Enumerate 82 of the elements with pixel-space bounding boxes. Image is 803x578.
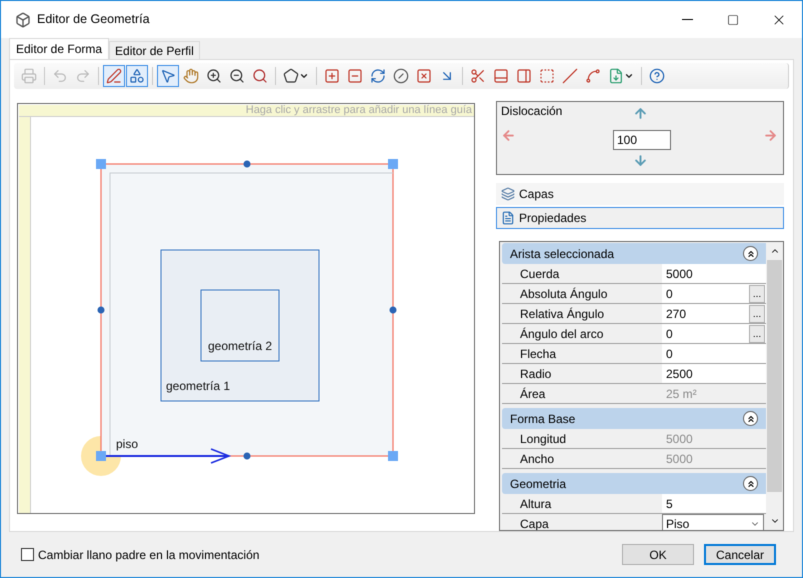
panel-right-icon [516,68,532,84]
pointer-icon [160,68,176,84]
midpoint-handle[interactable] [244,452,250,460]
ellipsis-button[interactable]: ... [749,304,765,322]
property-value: 5000 [665,430,694,448]
arrow-right-icon [763,128,778,143]
collapse-icon [743,476,758,491]
property-input[interactable]: 2500 [662,364,766,384]
panel-title: Dislocación [501,103,562,120]
midpoint-handle[interactable] [244,160,250,168]
shapes-icon [129,68,145,84]
tab[interactable]: Editor de Forma [9,38,110,59]
curve-icon [585,68,601,84]
panel-bottom-icon [493,68,509,84]
move-down-button[interactable] [633,153,648,168]
group-header[interactable]: Geometria [502,473,766,494]
property-value: 5000 [665,450,694,468]
property-select[interactable]: Piso [662,514,764,530]
shapes-button[interactable] [126,65,148,87]
caret-icon [624,71,634,81]
checkbox[interactable] [21,548,34,561]
pen-line-icon [106,68,122,84]
pen-line-button[interactable] [103,65,125,87]
layers-icon [501,187,515,201]
guide-hint: Haga clic y arrastre para añadir una línea guía [246,105,472,116]
arrow-down-icon [633,153,648,168]
file-export-icon [608,68,624,84]
zoom-out-icon [229,68,245,84]
corner-handle[interactable] [96,451,106,461]
minimize-icon [682,19,692,20]
square-plus-icon [324,68,340,84]
pointer-button[interactable] [157,65,179,87]
dashed-square-icon [539,68,555,84]
refresh-icon [370,68,386,84]
midpoint-handle[interactable] [98,306,104,314]
hand-icon [183,68,199,84]
tab[interactable]: Editor de Perfil [109,41,200,59]
document-icon [501,211,515,225]
printer-icon [21,68,37,84]
dialog-button[interactable]: Cancelar [704,544,776,565]
property-input[interactable]: 0 [662,284,749,304]
property-input[interactable]: 5 [662,494,766,514]
group-header[interactable]: Arista seleccionada [502,243,766,264]
step-input[interactable]: 100 [613,130,671,150]
group-header[interactable]: Forma Base [502,408,766,429]
circle-slash-icon [393,68,409,84]
ellipsis-button[interactable]: ... [749,324,765,342]
slash-icon [562,68,578,84]
shape-label: geometría 1 [166,379,230,393]
shape-label: piso [116,437,138,451]
caret-icon [299,71,309,81]
collapse-icon [743,246,758,261]
square-x-icon [416,68,432,84]
property-input[interactable]: 0 [662,344,766,364]
square-minus-icon [347,68,363,84]
help-icon [649,68,665,84]
corner-handle[interactable] [388,451,398,461]
property-value: 25 m² [665,386,698,402]
app-icon [15,12,31,28]
undo-icon [52,68,68,84]
redo-icon [75,68,91,84]
collapse-icon [743,411,758,426]
search-icon [252,68,268,84]
panel-tab[interactable]: Capas [496,183,784,205]
scissors-icon [470,68,486,84]
midpoint-handle[interactable] [390,306,396,314]
pentagon-icon [283,68,299,84]
window-title: Editor de Geometría [37,11,150,28]
move-up-button[interactable] [633,106,648,121]
dialog-button[interactable]: OK [622,544,694,565]
ellipsis-button[interactable]: ... [749,284,765,302]
panel-tab[interactable]: Propiedades [496,207,784,229]
shape-label: geometría 2 [208,339,272,353]
zoom-in-icon [206,68,222,84]
drawing-canvas[interactable]: Haga clic y arrastre para añadir una línea guía geometría 2 geometría 1 piso [17,103,475,514]
property-input[interactable]: 270 [662,304,749,324]
corner-handle[interactable] [388,159,398,169]
checkbox-label: Cambiar llano padre en la movimentación [38,546,260,564]
corner-handle[interactable] [96,159,106,169]
property-input[interactable]: 5000 [662,264,766,284]
property-input[interactable]: 0 [662,324,749,344]
maximize-icon [727,14,739,26]
